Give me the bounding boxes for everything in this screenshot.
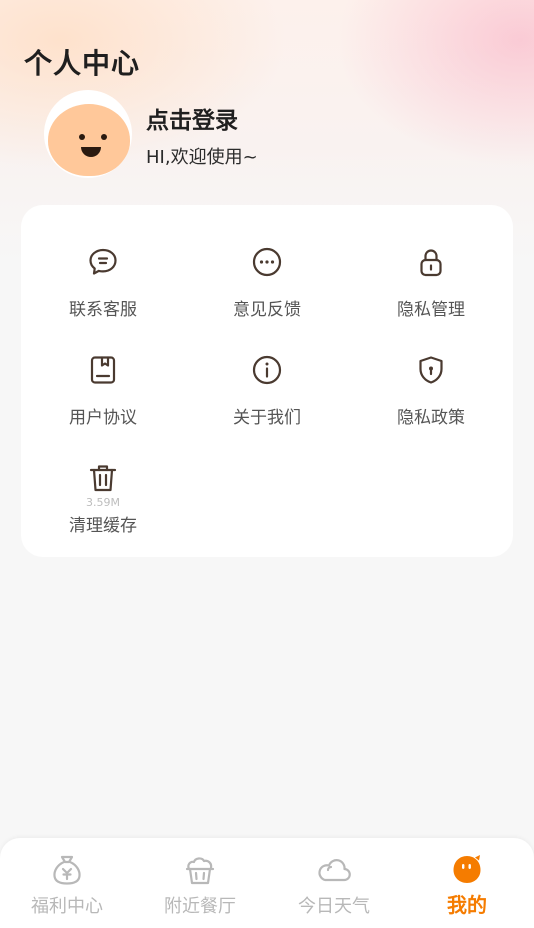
shield-icon [414,353,448,387]
menu-item-about-us[interactable]: 关于我们 [202,353,332,443]
cache-size-text: 3.59M [86,496,120,509]
menu-item-user-agreement[interactable]: 用户协议 [38,353,168,443]
money-bag-icon [49,852,85,888]
menu-item-clear-cache[interactable]: 3.59M 清理缓存 [38,461,168,551]
cloud-icon [316,852,352,888]
restaurant-icon [182,852,218,888]
tab-today-weather[interactable]: 今日天气 [267,838,401,928]
tab-label: 福利中心 [31,896,103,917]
menu-item-label: 隐私管理 [397,300,465,320]
menu-item-feedback[interactable]: 意见反馈 [202,245,332,335]
tab-nearby-restaurants[interactable]: 附近餐厅 [133,838,267,928]
menu-item-label: 意见反馈 [233,300,301,320]
avatar-face [48,104,130,176]
menu-item-label: 用户协议 [69,408,137,428]
menu-item-contact-service[interactable]: 联系客服 [38,245,168,335]
tab-label: 今日天气 [298,896,370,917]
menu-item-label: 联系客服 [69,300,137,320]
tab-welfare-center[interactable]: 福利中心 [0,838,134,928]
info-icon [250,353,284,387]
avatar-eye-right [101,134,107,140]
menu-item-label: 隐私政策 [397,408,465,428]
menu-item-privacy-policy[interactable]: 隐私政策 [366,353,496,443]
menu-item-privacy-management[interactable]: 隐私管理 [366,245,496,335]
page-title: 个人中心 [24,47,141,80]
menu-item-label: 清理缓存 [69,516,137,536]
bottom-tab-bar: 福利中心 附近餐厅 今日天气 我的 [0,838,534,928]
agreement-book-icon [86,353,120,387]
mascot-icon [449,852,485,888]
tab-label: 我的 [447,893,487,917]
feedback-dots-icon [250,245,284,279]
tab-label: 附近餐厅 [164,896,236,917]
avatar[interactable] [44,90,132,178]
avatar-mouth [81,147,101,157]
login-button[interactable]: 点击登录 [146,101,238,135]
lock-icon [414,245,448,279]
chat-bubble-icon [86,245,120,279]
welcome-text: HI,欢迎使用~ [146,147,258,168]
menu-item-label: 关于我们 [233,408,301,428]
avatar-eye-left [79,134,85,140]
menu-card: 联系客服 意见反馈 隐私管理 用户协议 关于我们 隐私政策 3.59M 清理缓存 [21,205,513,557]
trash-icon [86,461,120,495]
tab-mine[interactable]: 我的 [400,838,534,928]
